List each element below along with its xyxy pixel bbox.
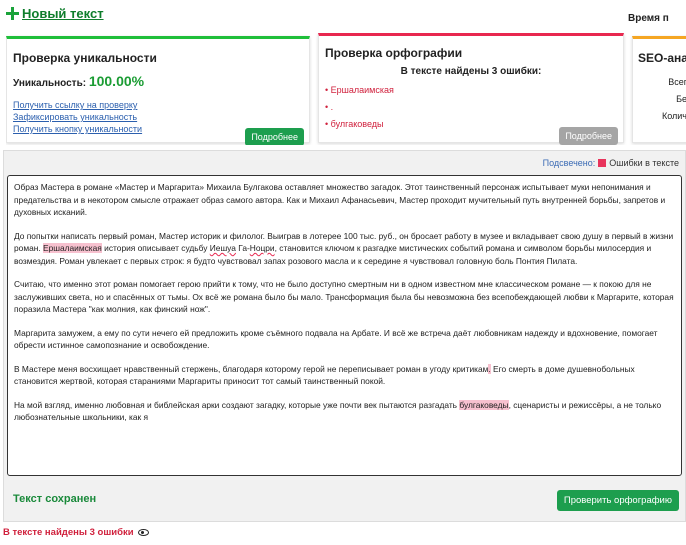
text-paragraph: Образ Мастера в романе «Мастер и Маргари… — [14, 181, 675, 219]
seo-row: Бе — [676, 94, 686, 104]
get-check-link[interactable]: Получить ссылку на проверку — [13, 99, 142, 111]
spelling-error-list: Ершалаимская . булгаковеды — [325, 85, 394, 136]
text-paragraph: Маргарита замужем, а ему по сути нечего … — [14, 327, 675, 352]
underlined-word: Ноцри — [249, 243, 275, 253]
uniqueness-card: Проверка уникальности Уникальность: 100.… — [6, 36, 310, 145]
spelling-card: Проверка орфографии В тексте найдены 3 о… — [318, 33, 624, 145]
bottom-status[interactable]: В тексте найдены 3 ошибки — [3, 527, 149, 538]
seo-row: Колич — [661, 111, 686, 121]
text-segment: На мой взгляд, именно любовная и библейс… — [14, 399, 460, 410]
uniqueness-details-button[interactable]: Подробнее — [245, 128, 304, 145]
uniqueness-line: Уникальность: 100.00% — [13, 73, 144, 89]
uniqueness-value: 100.00% — [88, 73, 145, 89]
saved-status: Текст сохранен — [13, 493, 97, 505]
text-segment: Образ Мастера в романе «Мастер и Маргари… — [14, 182, 666, 217]
highlighted-error[interactable]: булгаковеды — [459, 399, 509, 410]
underlined-word: Иешуа — [209, 243, 236, 253]
spelling-title: Проверка орфографии — [325, 46, 463, 60]
spelling-details-button[interactable]: Подробнее — [559, 127, 618, 145]
spelling-found-text: В тексте найдены 3 ошибки: — [400, 66, 542, 77]
text-editor[interactable]: Образ Мастера в романе «Мастер и Маргари… — [7, 175, 682, 476]
legend-prefix: Подсвечено: — [542, 158, 596, 168]
highlight-legend: Подсвечено: Ошибки в тексте — [543, 158, 679, 168]
new-text-link-wrap[interactable]: Новый текст — [6, 6, 104, 21]
result-cards: Проверка уникальности Уникальность: 100.… — [6, 33, 686, 145]
eye-icon[interactable] — [137, 529, 149, 536]
legend-label: Ошибки в тексте — [609, 158, 679, 168]
text-segment: В Мастере меня восхищает нравственный ст… — [14, 363, 489, 374]
new-text-link[interactable]: Новый текст — [22, 6, 104, 21]
text-segment: Считаю, что именно этот роман помогает г… — [14, 279, 674, 314]
get-uniqueness-button-link[interactable]: Получить кнопку уникальности — [13, 123, 142, 135]
text-segment: Га- — [235, 243, 250, 253]
fix-uniqueness-link[interactable]: Зафиксировать уникальность — [13, 111, 142, 123]
spelling-error-item[interactable]: булгаковеды — [325, 119, 394, 136]
spelling-error-item[interactable]: Ершалаимская — [325, 85, 394, 102]
bottom-status-text: В тексте найдены 3 ошибки — [3, 527, 134, 538]
error-color-swatch — [598, 159, 607, 167]
spelling-error-item[interactable]: . — [325, 102, 394, 119]
plus-icon — [6, 7, 19, 20]
text-segment: Маргарита замужем, а ему по сути нечего … — [14, 327, 658, 351]
seo-title: SEO-ана — [638, 51, 686, 65]
seo-row: Всег — [668, 77, 686, 87]
time-label: Время п — [628, 13, 669, 24]
text-paragraph: До попытки написать первый роман, Мастер… — [14, 230, 675, 268]
editor-panel: Подсвечено: Ошибки в тексте Образ Мастер… — [3, 150, 686, 522]
text-paragraph: На мой взгляд, именно любовная и библейс… — [14, 399, 675, 424]
uniqueness-links: Получить ссылку на проверку Зафиксироват… — [13, 99, 142, 135]
text-paragraph: В Мастере меня восхищает нравственный ст… — [14, 363, 675, 388]
seo-rows: Всег Бе Колич — [633, 74, 686, 125]
text-segment: история описывает судьбу — [101, 243, 210, 253]
highlighted-error[interactable]: Ершалаимская — [43, 243, 102, 253]
seo-card: SEO-ана Всег Бе Колич — [632, 36, 686, 143]
text-paragraph: Считаю, что именно этот роман помогает г… — [14, 278, 675, 316]
uniqueness-label: Уникальность: — [13, 78, 87, 89]
uniqueness-title: Проверка уникальности — [13, 51, 157, 65]
check-spelling-button[interactable]: Проверить орфографию — [556, 490, 679, 511]
